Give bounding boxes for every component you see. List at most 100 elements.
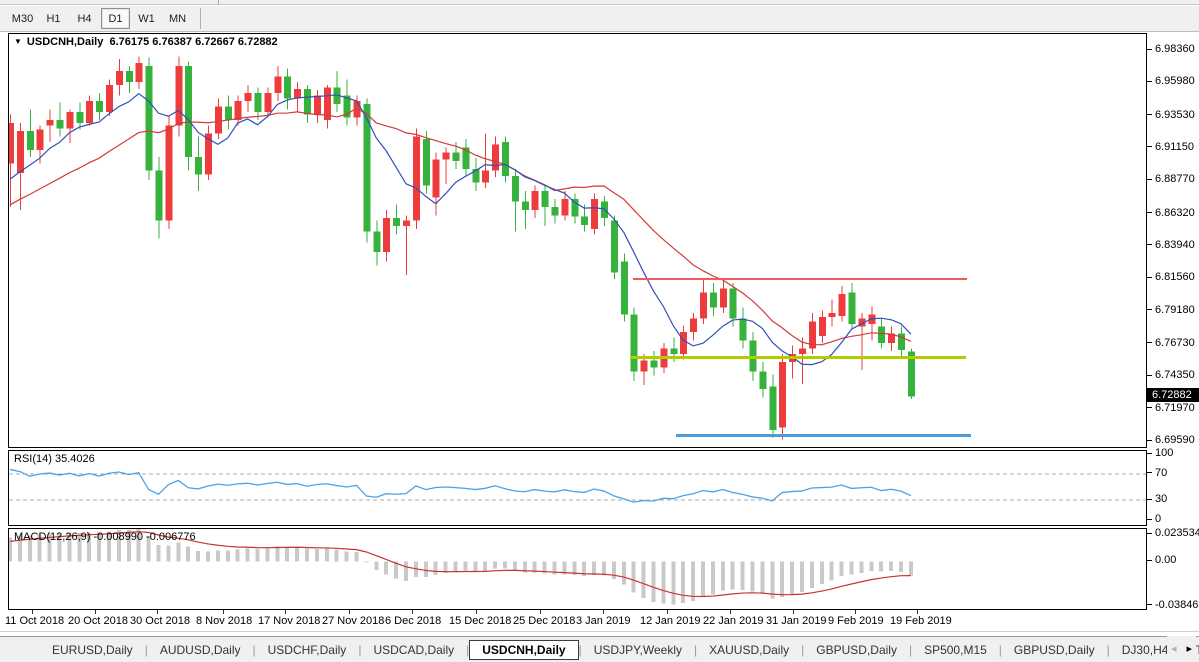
timeframe-toolbar: M30H1H4D1W1MN — [0, 6, 1199, 32]
axis-tick — [1147, 212, 1152, 213]
axis-tick — [1147, 309, 1152, 310]
symbol-tab-eurusd-daily[interactable]: EURUSD,Daily — [40, 640, 145, 660]
macd-indicator-pane[interactable]: MACD(12,26,9) -0.008990 -0.006776 — [8, 528, 1147, 610]
symbol-tab-gbpusd-daily[interactable]: GBPUSD,Daily — [1002, 640, 1107, 660]
date-axis-label: 9 Feb 2019 — [828, 615, 884, 627]
current-price-badge: 6.72882 — [1147, 388, 1199, 402]
timeframe-button-w1[interactable]: W1 — [132, 8, 161, 29]
date-axis-label: 12 Jan 2019 — [640, 615, 701, 627]
axis-tick — [1147, 179, 1152, 180]
rsi-axis-label: 0 — [1155, 513, 1161, 525]
date-axis-tick — [793, 610, 794, 614]
price-axis-label: 6.93530 — [1155, 109, 1195, 121]
symbol-tab-audusd-daily[interactable]: AUDUSD,Daily — [148, 640, 253, 660]
date-axis-tick — [349, 610, 350, 614]
date-axis-tick — [855, 610, 856, 614]
date-axis-label: 30 Oct 2018 — [130, 615, 190, 627]
chart-dropdown-icon[interactable]: ▼ — [14, 37, 22, 46]
chart-bottom-border — [0, 631, 1199, 632]
date-axis-label: 22 Jan 2019 — [703, 615, 764, 627]
timeframe-button-h4[interactable]: H4 — [70, 8, 99, 29]
macd-axis-label: 0.00 — [1155, 554, 1176, 566]
date-axis-tick — [412, 610, 413, 614]
upper-toolbar-sliver — [0, 0, 1199, 5]
symbol-tab-sp500-m15[interactable]: SP500,M15 — [912, 640, 999, 660]
axis-tick — [1147, 604, 1152, 605]
date-axis-label: 20 Oct 2018 — [68, 615, 128, 627]
price-axis-label: 6.98360 — [1155, 43, 1195, 55]
price-axis-label: 6.91150 — [1155, 141, 1194, 153]
symbol-tab-usdjpy-weekly[interactable]: USDJPY,Weekly — [582, 640, 694, 660]
date-axis-tick — [730, 610, 731, 614]
date-axis-label: 8 Nov 2018 — [196, 615, 252, 627]
price-axis-label: 6.81560 — [1155, 271, 1195, 283]
symbol-tab-usdchf-daily[interactable]: USDCHF,Daily — [256, 640, 359, 660]
axis-tick — [1147, 533, 1152, 534]
timeframe-button-mn[interactable]: MN — [163, 8, 192, 29]
tab-scroll-right-icon[interactable]: ▸ — [1186, 644, 1192, 655]
date-axis-tick — [32, 610, 33, 614]
price-axis-label: 6.79180 — [1155, 304, 1195, 316]
date-axis-label: 25 Dec 2018 — [513, 615, 575, 627]
macd-axis-label: -0.038466 — [1155, 599, 1199, 611]
timeframe-button-d1[interactable]: D1 — [101, 8, 130, 29]
rsi-indicator-pane[interactable]: RSI(14) 35.4026 — [8, 450, 1147, 526]
date-axis-label: 27 Nov 2018 — [322, 615, 384, 627]
axis-tick — [1147, 244, 1152, 245]
axis-tick — [1147, 146, 1152, 147]
timeframe-button-h1[interactable]: H1 — [39, 8, 68, 29]
price-axis-label: 6.76730 — [1155, 337, 1195, 349]
date-axis-label: 3 Jan 2019 — [576, 615, 630, 627]
rsi-label: RSI(14) 35.4026 — [14, 453, 95, 465]
date-axis-label: 11 Oct 2018 — [5, 615, 64, 627]
price-axis-label: 6.95980 — [1155, 75, 1195, 87]
price-axis-label: 6.86320 — [1155, 207, 1195, 219]
toolbar-separator — [200, 8, 201, 29]
axis-tick — [1147, 440, 1152, 441]
axis-tick — [1147, 49, 1152, 50]
date-axis-tick — [157, 610, 158, 614]
date-axis-tick — [223, 610, 224, 614]
chart-ohlc-values: 6.76175 6.76387 6.72667 6.72882 — [109, 36, 277, 48]
axis-tick — [1147, 342, 1152, 343]
date-axis-tick — [476, 610, 477, 614]
trading-terminal: M30H1H4D1W1MN ▼USDCNH,Daily 6.76175 6.76… — [0, 0, 1199, 662]
timeframe-button-m30[interactable]: M30 — [8, 8, 37, 29]
symbol-tab-usdcad-daily[interactable]: USDCAD,Daily — [361, 640, 466, 660]
price-axis-label: 6.83940 — [1155, 239, 1195, 251]
symbol-tab-xauusd-daily[interactable]: XAUUSD,Daily — [697, 640, 801, 660]
price-axis-label: 6.74350 — [1155, 369, 1195, 381]
date-axis-tick — [667, 610, 668, 614]
rsi-axis-label: 100 — [1155, 447, 1173, 459]
axis-tick — [1147, 472, 1152, 473]
price-axis-label: 6.71970 — [1155, 402, 1195, 414]
symbol-tab-usdcnh-daily[interactable]: USDCNH,Daily — [469, 640, 578, 660]
axis-tick — [1147, 407, 1152, 408]
rsi-axis-label: 30 — [1155, 493, 1167, 505]
toolbar-divider — [218, 0, 219, 5]
date-axis-tick — [917, 610, 918, 614]
axis-tick — [1147, 560, 1152, 561]
symbol-tab-gbpusd-daily[interactable]: GBPUSD,Daily — [804, 640, 909, 660]
price-chart-pane[interactable]: ▼USDCNH,Daily 6.76175 6.76387 6.72667 6.… — [8, 33, 1147, 448]
date-axis-label: 6 Dec 2018 — [385, 615, 441, 627]
chart-title: ▼USDCNH,Daily 6.76175 6.76387 6.72667 6.… — [14, 36, 278, 48]
tab-scroll-controls: ◂ ▸ — [1167, 636, 1196, 662]
price-axis-label: 6.88770 — [1155, 173, 1195, 185]
rsi-axis-label: 70 — [1155, 467, 1167, 479]
date-axis-tick — [285, 610, 286, 614]
tab-scroll-left-icon[interactable]: ◂ — [1171, 644, 1177, 655]
price-chart-canvas — [9, 34, 1146, 447]
date-axis-tick — [603, 610, 604, 614]
symbol-tab-bar: EURUSD,Daily|AUDUSD,Daily|USDCHF,Daily|U… — [0, 636, 1199, 662]
axis-tick — [1147, 277, 1152, 278]
axis-tick — [1147, 375, 1152, 376]
date-axis-label: 19 Feb 2019 — [890, 615, 952, 627]
axis-tick — [1147, 453, 1152, 454]
date-axis-label: 31 Jan 2019 — [766, 615, 827, 627]
axis-tick — [1147, 81, 1152, 82]
date-axis-tick — [95, 610, 96, 614]
rsi-canvas — [9, 451, 1146, 525]
macd-axis-label: 0.023534 — [1155, 527, 1199, 539]
axis-tick — [1147, 499, 1152, 500]
